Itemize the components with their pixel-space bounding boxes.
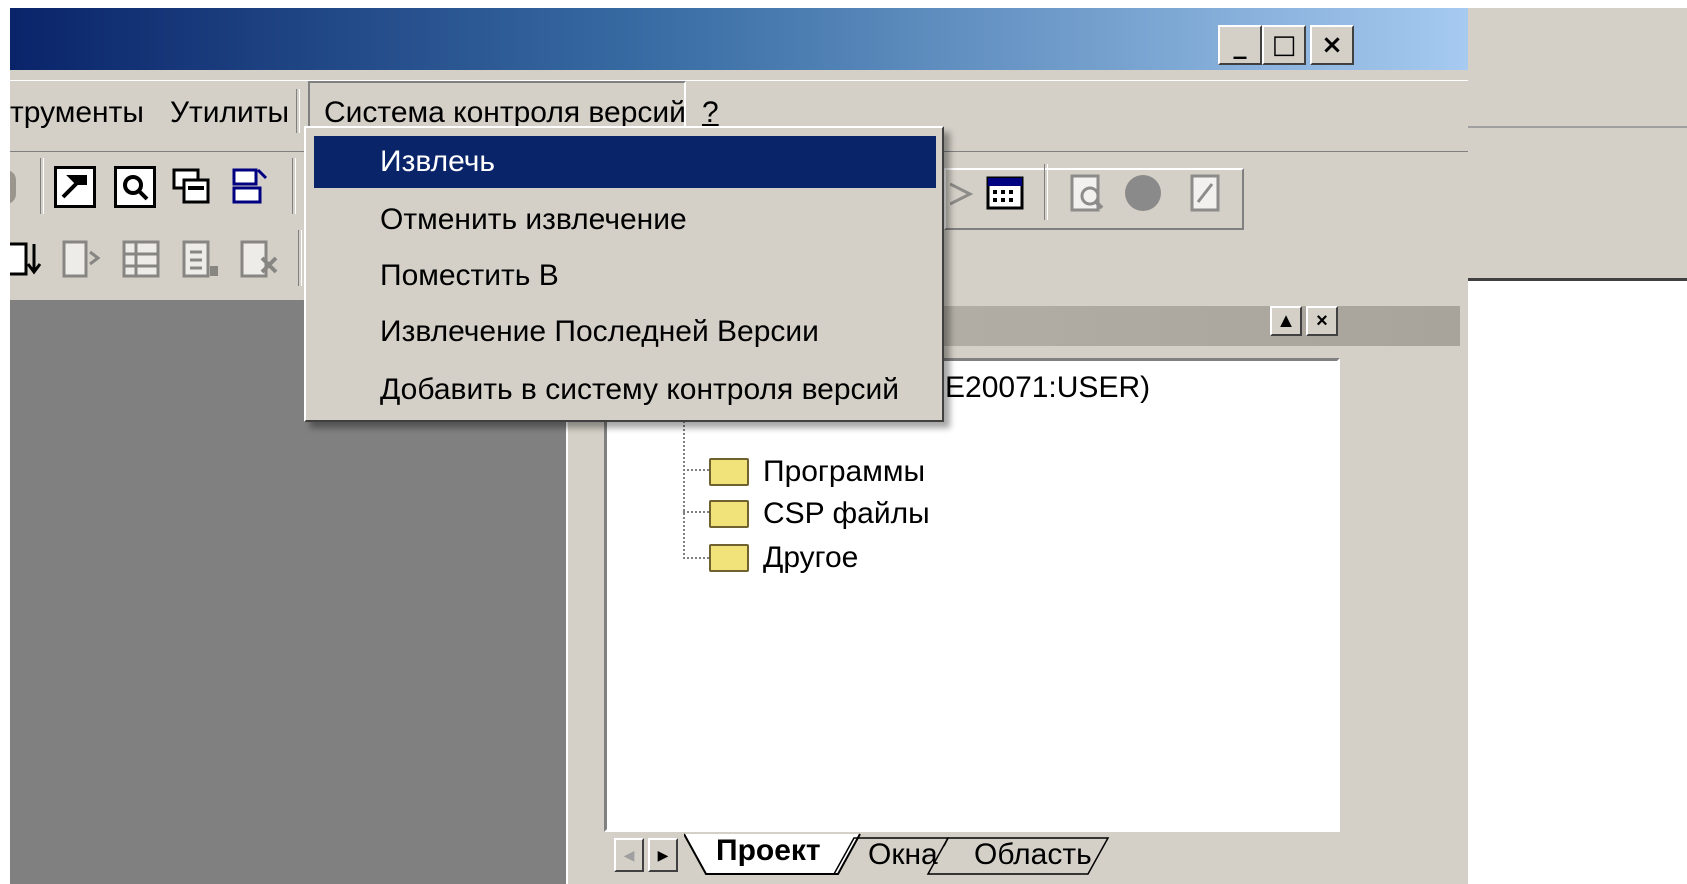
title-bar[interactable]: _ □ ×	[10, 8, 1468, 70]
triangle-up-icon: ▲	[1276, 309, 1296, 332]
tree-item-label: CSP файлы	[763, 497, 930, 530]
menu-utilities[interactable]: Утилиты	[170, 81, 289, 145]
menu-version-control-label: Система контроля версий	[324, 96, 686, 129]
indent-icon[interactable]	[60, 238, 102, 280]
toolbar-separator	[298, 230, 302, 286]
background-window-edge	[1468, 8, 1687, 281]
tree-item[interactable]: Другое	[709, 541, 858, 575]
triangle-left-icon: ◀	[623, 846, 635, 863]
tree-item-label: Другое	[763, 541, 859, 574]
divider	[1468, 278, 1687, 281]
tree-item-label: Программы	[763, 455, 926, 488]
windows-icon[interactable]	[170, 166, 212, 208]
list-doc-icon[interactable]	[180, 238, 222, 280]
menu-separator	[296, 89, 300, 133]
version-control-dropdown: Извлечь Отменить извлечение Поместить В …	[304, 126, 944, 422]
menu-item-get-latest-label: Извлечение Последней Версии	[380, 315, 819, 348]
hammer-icon[interactable]	[54, 166, 96, 208]
menu-item-add-to-vcs[interactable]: Добавить в систему контроля версий	[314, 364, 936, 416]
workspace-restore-button[interactable]: ▲	[1270, 306, 1302, 336]
tree-connector	[683, 469, 709, 471]
minimize-icon: _	[1233, 30, 1247, 60]
tree-connector	[683, 421, 685, 559]
calendar-icon[interactable]	[984, 172, 1026, 214]
tree-item[interactable]: CSP файлы	[709, 497, 930, 531]
folder-icon	[709, 458, 749, 486]
menu-item-cancel-checkout[interactable]: Отменить извлечение	[314, 194, 936, 246]
toolbar-separator	[292, 158, 296, 214]
close-icon: ×	[1316, 309, 1328, 332]
folder-icon	[709, 544, 749, 572]
close-button[interactable]: ×	[1310, 25, 1354, 65]
tree-item[interactable]: Программы	[709, 455, 925, 489]
toolbar-separator	[40, 158, 44, 214]
record-icon[interactable]	[1122, 172, 1164, 214]
menu-item-checkout[interactable]: Извлечь	[314, 136, 936, 188]
maximize-button[interactable]: □	[1262, 25, 1306, 65]
project-tree[interactable]: E20071:USER) Программы CSP файлы Другое	[604, 358, 1340, 832]
menu-item-checkin[interactable]: Поместить В	[314, 250, 936, 302]
align-down-icon[interactable]	[10, 238, 46, 280]
folder-icon	[709, 500, 749, 528]
divider	[1468, 126, 1687, 128]
close-icon: ×	[1321, 30, 1343, 60]
menu-tools[interactable]: трументы	[10, 81, 144, 145]
tab-area[interactable]: Область	[974, 838, 1092, 872]
menu-item-checkin-label: Поместить В	[380, 259, 559, 292]
minimize-button[interactable]: _	[1218, 25, 1262, 65]
menu-help-label: ?	[702, 96, 719, 129]
menu-item-checkout-label: Извлечь	[380, 145, 496, 178]
grid-doc-icon[interactable]	[120, 238, 162, 280]
maximize-icon: □	[1271, 30, 1297, 60]
menu-item-cancel-checkout-label: Отменить извлечение	[380, 203, 687, 236]
tab-project[interactable]: Проект	[716, 834, 821, 868]
menu-tools-label: трументы	[10, 96, 144, 129]
menu-utilities-label: Утилиты	[170, 96, 290, 129]
workspace-tab-strip: ◀ ▶ Проект Окна Область	[604, 832, 1340, 876]
tree-root-label[interactable]: E20071:USER)	[945, 371, 1150, 405]
tab-scroll-right-button[interactable]: ▶	[648, 838, 678, 872]
toolbar-partial-icon	[10, 170, 16, 204]
tree-connector	[683, 557, 709, 559]
preview-icon[interactable]	[114, 166, 156, 208]
tab-windows[interactable]: Окна	[868, 838, 938, 872]
menu-item-get-latest[interactable]: Извлечение Последней Версии	[314, 306, 936, 358]
document-edit-icon[interactable]	[1184, 172, 1226, 214]
delete-doc-icon[interactable]	[238, 238, 280, 280]
document-search-icon[interactable]	[1066, 172, 1108, 214]
triangle-right-icon: ▶	[657, 846, 669, 863]
layout-icon[interactable]	[228, 166, 270, 208]
workspace-close-button[interactable]: ×	[1306, 306, 1338, 336]
tab-scroll-left-button[interactable]: ◀	[614, 838, 644, 872]
menu-item-add-to-vcs-label: Добавить в систему контроля версий	[380, 373, 900, 406]
tree-connector	[683, 511, 709, 513]
toolbar-separator	[1044, 164, 1048, 220]
